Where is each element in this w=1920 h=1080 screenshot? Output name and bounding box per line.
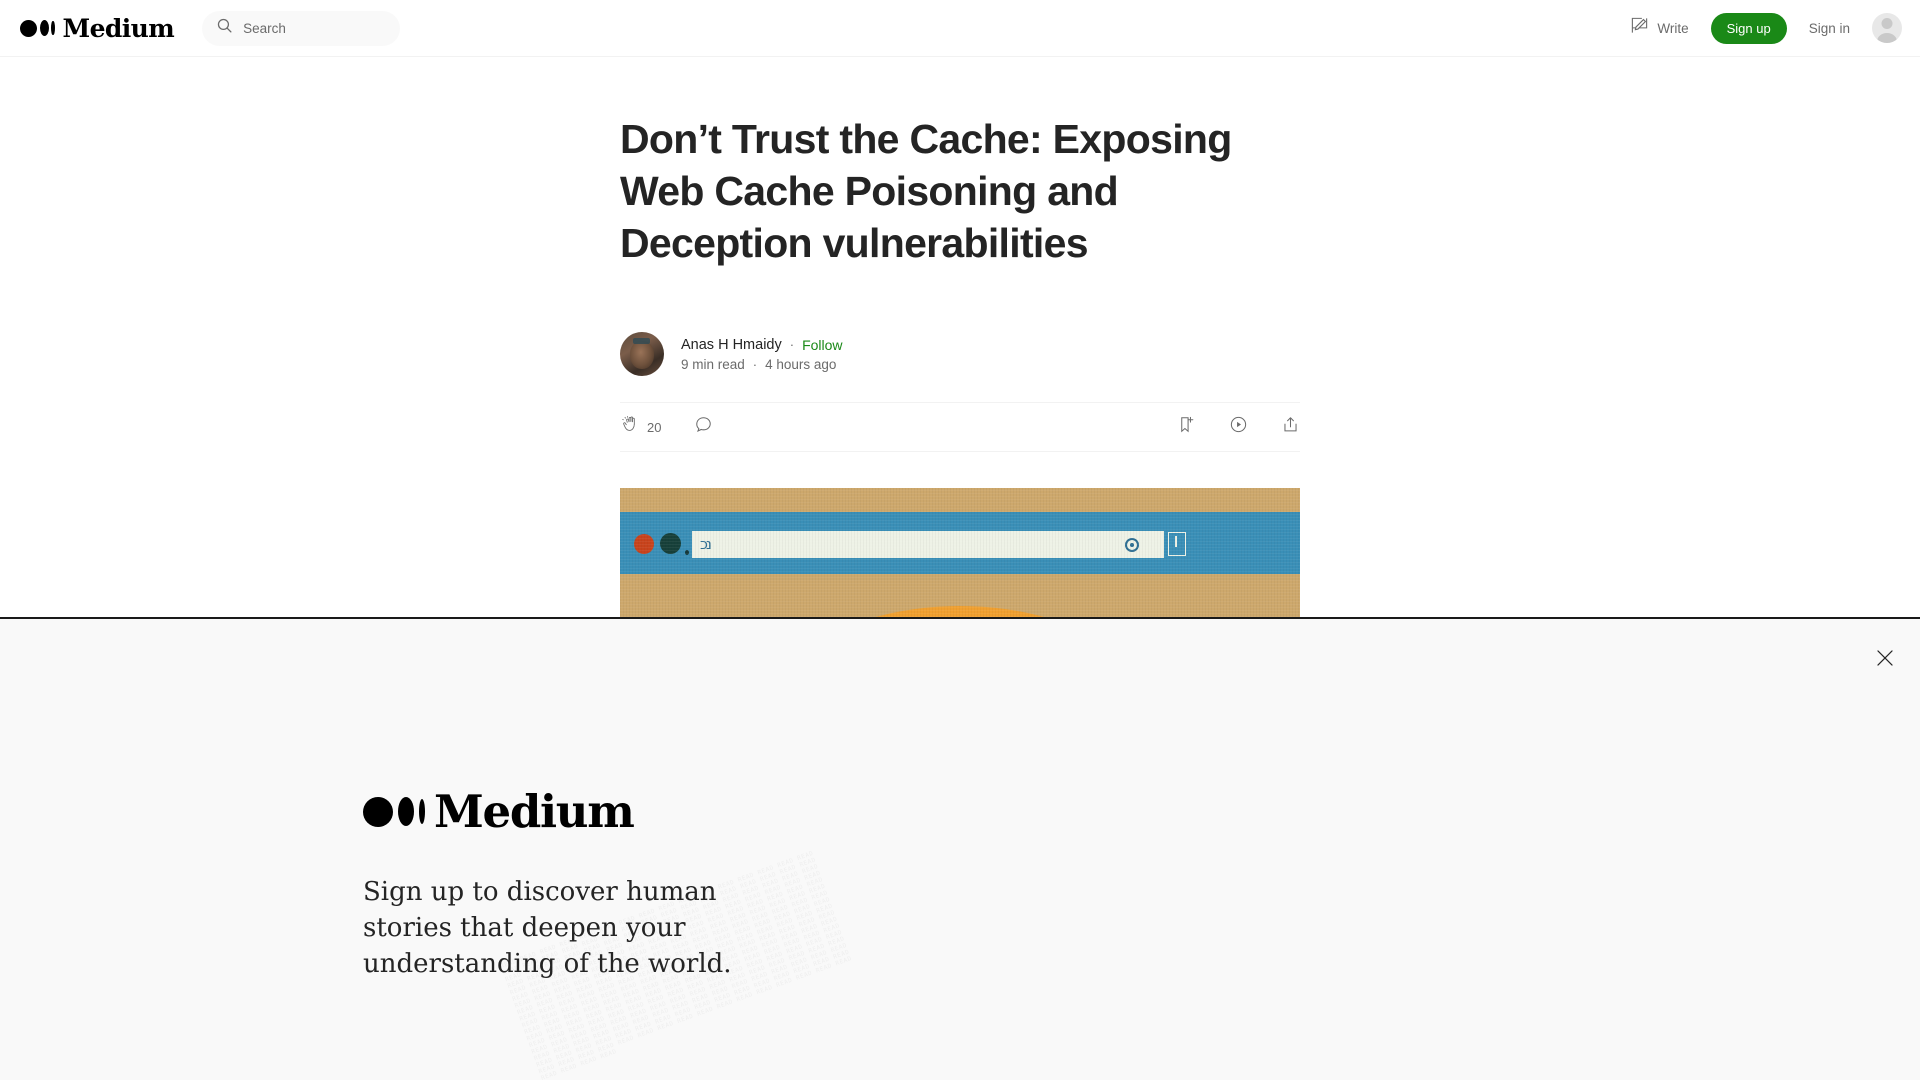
signin-link[interactable]: Sign in — [1809, 21, 1850, 36]
share-icon — [1281, 415, 1300, 439]
close-banner-button[interactable] — [1872, 645, 1898, 671]
article-toolbar: 20 — [620, 402, 1300, 452]
medium-article-page: Medium Search Write Sign up Sign in Don’… — [0, 0, 1920, 1080]
author-name[interactable]: Anas H Hmaidy — [681, 337, 782, 353]
medium-logo[interactable]: Medium — [20, 13, 175, 43]
banner-logo-thin-icon — [419, 799, 425, 824]
banner-logo-circle-icon — [363, 796, 393, 827]
write-label: Write — [1657, 20, 1689, 36]
search-input[interactable]: Search — [202, 10, 401, 46]
toolbar-left-group: 20 — [620, 415, 713, 439]
share-button[interactable] — [1281, 415, 1300, 439]
pencil-write-icon — [1630, 16, 1649, 40]
banner-medium-logo: Medium — [363, 789, 793, 834]
page-title: Don’t Trust the Cache: Exposing Web Cach… — [620, 116, 1232, 266]
clap-button[interactable]: 20 — [620, 415, 661, 439]
search-placeholder: Search — [243, 20, 286, 36]
header-nav-right: Write Sign up Sign in — [1630, 12, 1902, 44]
byline-row-meta: 9 min read · 4 hours ago — [681, 357, 843, 372]
listen-button[interactable] — [1229, 415, 1248, 439]
author-avatar[interactable] — [620, 332, 664, 376]
byline-separator: · — [789, 337, 795, 352]
read-time: 9 min read — [681, 356, 745, 372]
medium-logo-text: Medium — [62, 13, 175, 43]
listen-play-icon — [1229, 415, 1248, 439]
clap-icon — [620, 415, 639, 439]
banner-logo-ellipse-icon — [398, 797, 414, 826]
write-button[interactable]: Write — [1630, 16, 1689, 40]
comment-icon — [694, 415, 713, 439]
bookmark-button[interactable] — [1177, 415, 1196, 439]
toolbar-right-group — [1177, 415, 1300, 439]
follow-button[interactable]: Follow — [802, 337, 842, 353]
signup-banner: READ READ READ READ READ READ READ READ … — [0, 617, 1920, 1080]
article-container: Don’t Trust the Cache: Exposing Web Cach… — [620, 57, 1300, 668]
byline-text: Anas H Hmaidy · Follow 9 min read · 4 ho… — [681, 337, 843, 372]
clap-count: 20 — [647, 419, 662, 435]
comment-button[interactable] — [694, 415, 713, 439]
banner-logo-text: Medium — [434, 785, 635, 838]
user-avatar[interactable] — [1872, 13, 1902, 43]
published-time: 4 hours ago — [765, 356, 837, 372]
banner-tagline: Sign up to discover human stories that d… — [363, 877, 732, 979]
medium-logo-icon — [20, 19, 55, 37]
byline-row-author: Anas H Hmaidy · Follow — [681, 337, 843, 353]
author-byline: Anas H Hmaidy · Follow 9 min read · 4 ho… — [620, 332, 1300, 376]
meta-separator: · — [752, 356, 758, 372]
signup-button[interactable]: Sign up — [1710, 12, 1787, 44]
search-icon — [216, 17, 233, 39]
site-header: Medium Search Write Sign up Sign in — [0, 0, 1920, 57]
banner-intro: Medium Sign up to discover human stories… — [363, 789, 793, 982]
bookmark-add-icon — [1177, 415, 1196, 439]
